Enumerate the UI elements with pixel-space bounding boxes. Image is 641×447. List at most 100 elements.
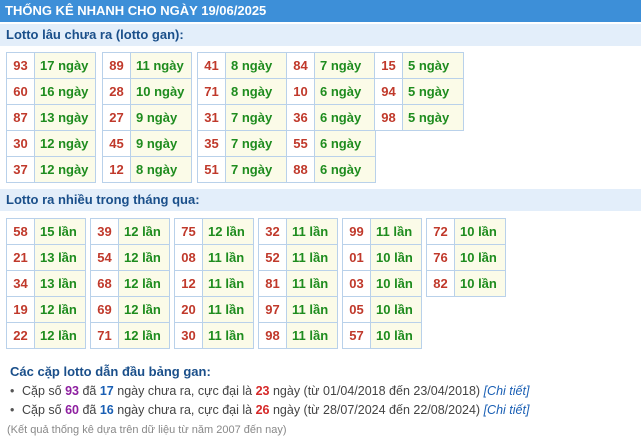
lotto-number: 81 bbox=[258, 270, 287, 297]
days-absent: 11 ngày bbox=[130, 52, 192, 79]
table-row: 89 11 ngày bbox=[102, 52, 192, 79]
table-row: 57 10 lần bbox=[342, 322, 422, 349]
days-absent: 6 ngày bbox=[314, 78, 376, 105]
table-row: 54 12 lần bbox=[90, 244, 170, 271]
gan-grid: 41 8 ngày 71 8 ngày 31 7 ngày 35 7 ngày 51 7 ngày bbox=[197, 52, 287, 183]
table-row: 51 7 ngày bbox=[197, 156, 287, 183]
days-absent: 5 ngày bbox=[402, 52, 464, 79]
table-row: 35 7 ngày bbox=[197, 130, 287, 157]
times-appeared: 12 lần bbox=[118, 322, 170, 349]
days-absent: 7 ngày bbox=[225, 156, 287, 183]
times-appeared: 12 lần bbox=[118, 270, 170, 297]
lotto-number: 12 bbox=[102, 156, 131, 183]
days-absent: 6 ngày bbox=[314, 156, 376, 183]
days-absent: 5 ngày bbox=[402, 78, 464, 105]
table-row: 76 10 lần bbox=[426, 244, 506, 271]
lotto-number: 71 bbox=[90, 322, 119, 349]
lotto-number: 87 bbox=[6, 104, 35, 131]
lotto-number: 68 bbox=[90, 270, 119, 297]
table-row: 93 17 ngày bbox=[6, 52, 96, 79]
table-row: 69 12 lần bbox=[90, 296, 170, 323]
times-appeared: 11 lần bbox=[202, 270, 254, 297]
gan-summary: Các cặp lotto dẫn đầu bảng gan: • Cặp số… bbox=[10, 364, 630, 420]
summary-item: • Cặp số 60 đã 16 ngày chưa ra, cực đại … bbox=[10, 401, 630, 420]
days-absent: 7 ngày bbox=[314, 52, 376, 79]
times-appeared: 12 lần bbox=[118, 244, 170, 271]
page-title: THỐNG KÊ NHANH CHO NGÀY 19/06/2025 bbox=[5, 3, 267, 18]
lotto-number: 36 bbox=[286, 104, 315, 131]
table-row: 55 6 ngày bbox=[286, 130, 376, 157]
lotto-number: 84 bbox=[286, 52, 315, 79]
lotto-number: 20 bbox=[174, 296, 203, 323]
table-row: 37 12 ngày bbox=[6, 156, 96, 183]
table-row: 87 13 ngày bbox=[6, 104, 96, 131]
summary-text: Cặp số bbox=[22, 384, 66, 398]
gan-grid: 15 5 ngày 94 5 ngày 98 5 ngày bbox=[374, 52, 464, 131]
lotto-number: 12 bbox=[174, 270, 203, 297]
lotto-number: 10 bbox=[286, 78, 315, 105]
times-appeared: 15 lần bbox=[34, 218, 86, 245]
times-appeared: 11 lần bbox=[286, 296, 338, 323]
lotto-number: 15 bbox=[374, 52, 403, 79]
table-row: 60 16 ngày bbox=[6, 78, 96, 105]
many-grid: 32 11 lần 52 11 lần 81 11 lần 97 11 lần 98 11 lần bbox=[258, 218, 338, 349]
summary-text: ngày (từ 28/07/2024 đến 22/08/2024) bbox=[269, 403, 484, 417]
lotto-number: 60 bbox=[6, 78, 35, 105]
table-row: 34 13 lần bbox=[6, 270, 86, 297]
pair-number: 93 bbox=[65, 384, 79, 398]
gan-table-3: 84 7 ngày 10 6 ngày 36 6 ngày 55 6 ngày 88 6 ngày bbox=[286, 52, 376, 183]
lotto-number: 89 bbox=[102, 52, 131, 79]
lotto-number: 27 bbox=[102, 104, 131, 131]
table-row: 98 11 lần bbox=[258, 322, 338, 349]
days-absent: 13 ngày bbox=[34, 104, 96, 131]
lotto-number: 28 bbox=[102, 78, 131, 105]
lotto-number: 76 bbox=[426, 244, 455, 271]
many-grid: 75 12 lần 08 11 lần 12 11 lần 20 11 lần 30 11 lần bbox=[174, 218, 254, 349]
table-row: 36 6 ngày bbox=[286, 104, 376, 131]
days-absent: 9 ngày bbox=[130, 104, 192, 131]
days-absent: 8 ngày bbox=[130, 156, 192, 183]
times-appeared: 11 lần bbox=[370, 218, 422, 245]
lotto-number: 05 bbox=[342, 296, 371, 323]
lotto-number: 37 bbox=[6, 156, 35, 183]
many-grid: 39 12 lần 54 12 lần 68 12 lần 69 12 lần 71 12 lần bbox=[90, 218, 170, 349]
lotto-number: 94 bbox=[374, 78, 403, 105]
times-appeared: 10 lần bbox=[454, 270, 506, 297]
times-appeared: 11 lần bbox=[202, 244, 254, 271]
times-appeared: 12 lần bbox=[118, 296, 170, 323]
times-appeared: 10 lần bbox=[454, 244, 506, 271]
lotto-number: 52 bbox=[258, 244, 287, 271]
table-row: 82 10 lần bbox=[426, 270, 506, 297]
times-appeared: 10 lần bbox=[454, 218, 506, 245]
summary-item: • Cặp số 93 đã 17 ngày chưa ra, cực đại … bbox=[10, 382, 630, 401]
table-row: 68 12 lần bbox=[90, 270, 170, 297]
detail-link[interactable]: [Chi tiết] bbox=[484, 384, 530, 398]
lotto-number: 69 bbox=[90, 296, 119, 323]
table-row: 71 8 ngày bbox=[197, 78, 287, 105]
lotto-number: 71 bbox=[197, 78, 226, 105]
table-row: 81 11 lần bbox=[258, 270, 338, 297]
table-row: 39 12 lần bbox=[90, 218, 170, 245]
lotto-number: 19 bbox=[6, 296, 35, 323]
table-row: 27 9 ngày bbox=[102, 104, 192, 131]
table-row: 99 11 lần bbox=[342, 218, 422, 245]
max-days: 26 bbox=[255, 403, 270, 417]
days-absent: 12 ngày bbox=[34, 156, 96, 183]
days-absent: 16 ngày bbox=[34, 78, 96, 105]
lotto-number: 57 bbox=[342, 322, 371, 349]
pair-number: 60 bbox=[65, 403, 79, 417]
summary-text: ngày chưa ra, cực đại là bbox=[113, 403, 256, 417]
days-absent: 10 ngày bbox=[130, 78, 192, 105]
many-grid: 58 15 lần 21 13 lần 34 13 lần 19 12 lần 22 12 lần bbox=[6, 218, 86, 349]
times-appeared: 10 lần bbox=[370, 244, 422, 271]
detail-link[interactable]: [Chi tiết] bbox=[484, 403, 530, 417]
times-appeared: 10 lần bbox=[370, 296, 422, 323]
lotto-number: 41 bbox=[197, 52, 226, 79]
lotto-number: 51 bbox=[197, 156, 226, 183]
table-row: 15 5 ngày bbox=[374, 52, 464, 79]
lotto-number: 01 bbox=[342, 244, 371, 271]
lotto-number: 72 bbox=[426, 218, 455, 245]
table-row: 88 6 ngày bbox=[286, 156, 376, 183]
table-row: 75 12 lần bbox=[174, 218, 254, 245]
lotto-number: 93 bbox=[6, 52, 35, 79]
